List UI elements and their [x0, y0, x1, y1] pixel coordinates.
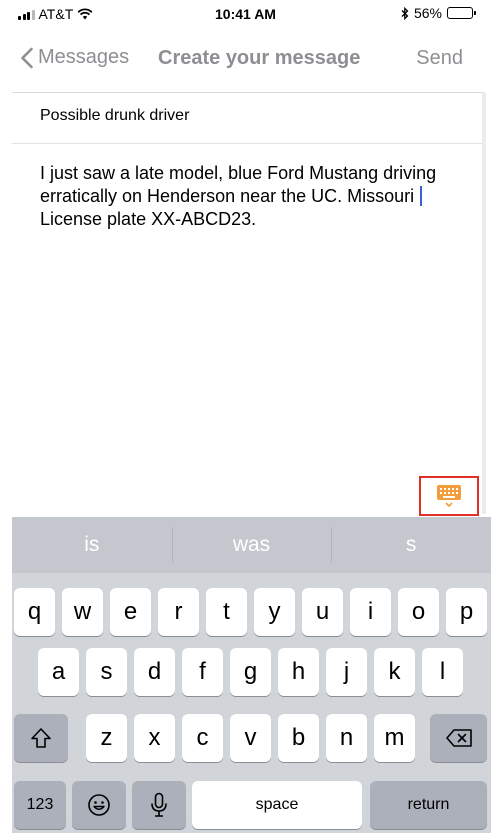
numbers-key[interactable]: 123 [14, 781, 66, 829]
nav-divider [12, 92, 485, 93]
bluetooth-icon [401, 6, 409, 20]
message-body-field[interactable]: I just saw a late model, blue Ford Musta… [40, 162, 440, 231]
key-r[interactable]: r [158, 588, 199, 636]
key-q[interactable]: q [14, 588, 55, 636]
send-button[interactable]: Send [416, 47, 463, 70]
key-o[interactable]: o [398, 588, 439, 636]
subject-divider [12, 143, 482, 144]
back-label: Messages [38, 46, 130, 68]
page-title: Create your message [158, 47, 361, 69]
scroll-edge [482, 92, 486, 514]
suggestion-item[interactable]: is [12, 517, 172, 573]
key-f[interactable]: f [182, 648, 223, 696]
key-g[interactable]: g [230, 648, 271, 696]
shift-icon [31, 728, 51, 748]
navigation-bar: Messages Create your message Send [0, 26, 491, 90]
key-z[interactable]: z [86, 714, 127, 762]
key-l[interactable]: l [422, 648, 463, 696]
key-i[interactable]: i [350, 588, 391, 636]
battery-percent: 56% [413, 5, 442, 21]
suggestion-bar: is was s [12, 517, 491, 573]
keyboard-dismiss-icon [437, 485, 461, 508]
key-y[interactable]: y [254, 588, 295, 636]
battery-icon [447, 7, 476, 19]
back-button[interactable]: Messages [20, 46, 129, 69]
emoji-key[interactable] [72, 781, 126, 829]
status-right: 56% [401, 5, 476, 21]
shift-key[interactable] [14, 714, 68, 762]
keyboard-dismiss-button[interactable] [419, 476, 479, 516]
emoji-icon [88, 794, 110, 816]
key-e[interactable]: e [110, 588, 151, 636]
key-s[interactable]: s [86, 648, 127, 696]
subject-field[interactable]: Possible drunk driver [40, 107, 189, 125]
key-n[interactable]: n [326, 714, 367, 762]
dictation-key[interactable] [132, 781, 186, 829]
chevron-left-icon [21, 47, 33, 68]
key-t[interactable]: t [206, 588, 247, 636]
key-x[interactable]: x [134, 714, 175, 762]
key-w[interactable]: w [62, 588, 103, 636]
key-u[interactable]: u [302, 588, 343, 636]
status-bar: AT&T 10:41 AM 56% [0, 0, 491, 26]
key-k[interactable]: k [374, 648, 415, 696]
body-text-before-cursor: I just saw a late model, blue Ford Musta… [40, 163, 437, 206]
keyboard: is was s q w e r t y u i o p a s d f g h… [12, 517, 491, 833]
key-p[interactable]: p [446, 588, 487, 636]
space-key[interactable]: space [192, 781, 362, 829]
suggestion-item[interactable]: s [331, 517, 491, 573]
key-c[interactable]: c [182, 714, 223, 762]
backspace-icon [445, 729, 472, 747]
key-v[interactable]: v [230, 714, 271, 762]
text-cursor [420, 186, 423, 206]
key-j[interactable]: j [326, 648, 367, 696]
key-m[interactable]: m [374, 714, 415, 762]
return-key[interactable]: return [370, 781, 487, 829]
microphone-icon [151, 792, 167, 817]
key-a[interactable]: a [38, 648, 79, 696]
key-b[interactable]: b [278, 714, 319, 762]
backspace-key[interactable] [430, 714, 487, 762]
body-text-after-cursor: License plate XX-ABCD23. [40, 209, 257, 229]
key-h[interactable]: h [278, 648, 319, 696]
suggestion-item[interactable]: was [171, 517, 332, 573]
key-d[interactable]: d [134, 648, 175, 696]
